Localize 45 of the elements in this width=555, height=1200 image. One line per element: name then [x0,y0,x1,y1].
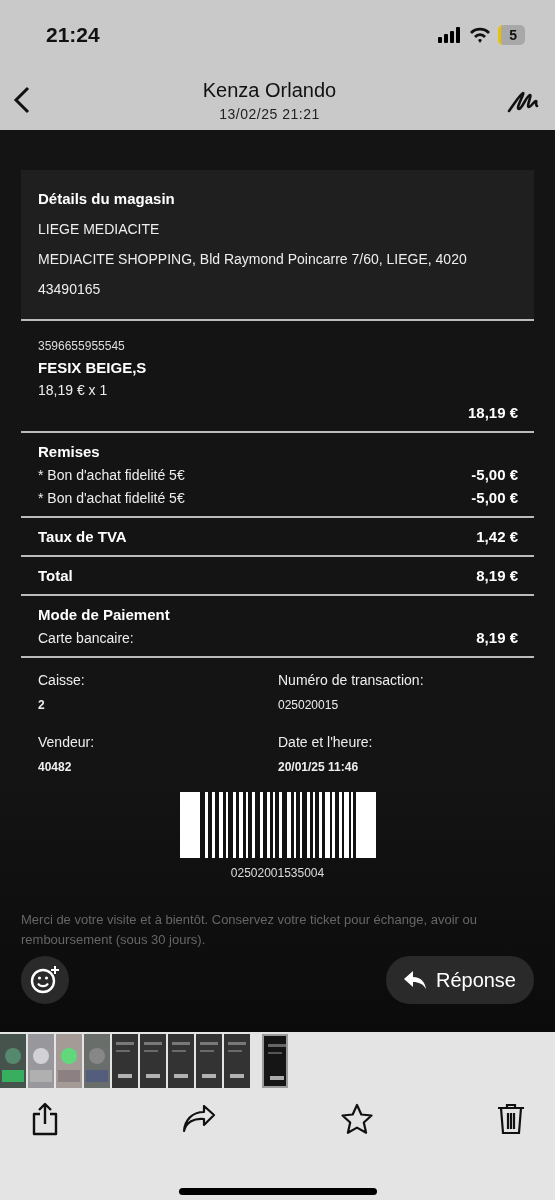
total-amount: 8,19 € [476,567,518,584]
reply-arrow-icon [403,971,426,989]
vat-label: Taux de TVA [38,528,127,545]
contact-name: Kenza Orlando [202,78,337,102]
info-value: 40482 [38,760,73,774]
discount-amount: -5,00 € [471,466,518,483]
favorite-button[interactable] [339,1103,374,1135]
battery-indicator: 5 [498,25,525,45]
store-detail: 43490165 [38,281,102,297]
info-label: Caisse: [38,672,86,688]
store-detail: MEDIACITE SHOPPING, Bld Raymond Poincarre 7/60, LIEGE, 4020 [38,251,468,267]
info-label: Vendeur: [38,734,96,750]
payment-amount: 8,19 € [476,629,518,646]
signal-icon [438,27,463,43]
product-name: FESIX BEIGE,S [38,359,148,376]
payment-method: Carte bancaire: [38,629,134,646]
back-button[interactable] [12,85,32,115]
line-amount: 18,19 € [467,404,518,421]
delete-button[interactable] [497,1103,525,1135]
discount-label: * Bon d'achat fidelité 5€ [38,466,185,483]
discount-label: * Bon d'achat fidelité 5€ [38,489,185,506]
reply-button[interactable]: Réponse [385,956,534,1004]
forward-button[interactable] [182,1105,217,1133]
footer-note: Merci de votre visite et à bientôt. Conservez votre ticket pour échange, avoir ou remboursement (sous 30 jours). [21,911,478,949]
info-label: Date et l'heure: [278,734,374,750]
share-button[interactable] [31,1102,59,1136]
info-label: Numéro de transaction: [278,672,425,688]
info-value: 20/01/25 11:46 [278,760,360,774]
status-time: 21:24 [46,23,100,47]
discount-amount: -5,00 € [471,489,518,506]
add-reaction-button[interactable] [21,956,69,1004]
unit-price: 18,19 € x 1 [38,382,109,398]
payment-heading: Mode de Paiement [38,606,171,623]
barcode-number: 02502001535004 [230,866,325,880]
wifi-icon [469,27,492,43]
message-date: 13/02/25 21:21 [219,105,320,122]
total-label: Total [38,567,73,584]
smiley-plus-icon [30,965,60,995]
product-code: 3596655955545 [38,339,126,353]
discounts-heading: Remises [38,443,101,460]
info-value: 2 [38,698,46,712]
store-detail: LIEGE MEDIACITE [38,221,161,237]
store-heading: Détails du magasin [38,190,176,207]
info-value: 025020015 [278,698,340,712]
vat-amount: 1,42 € [476,528,518,545]
